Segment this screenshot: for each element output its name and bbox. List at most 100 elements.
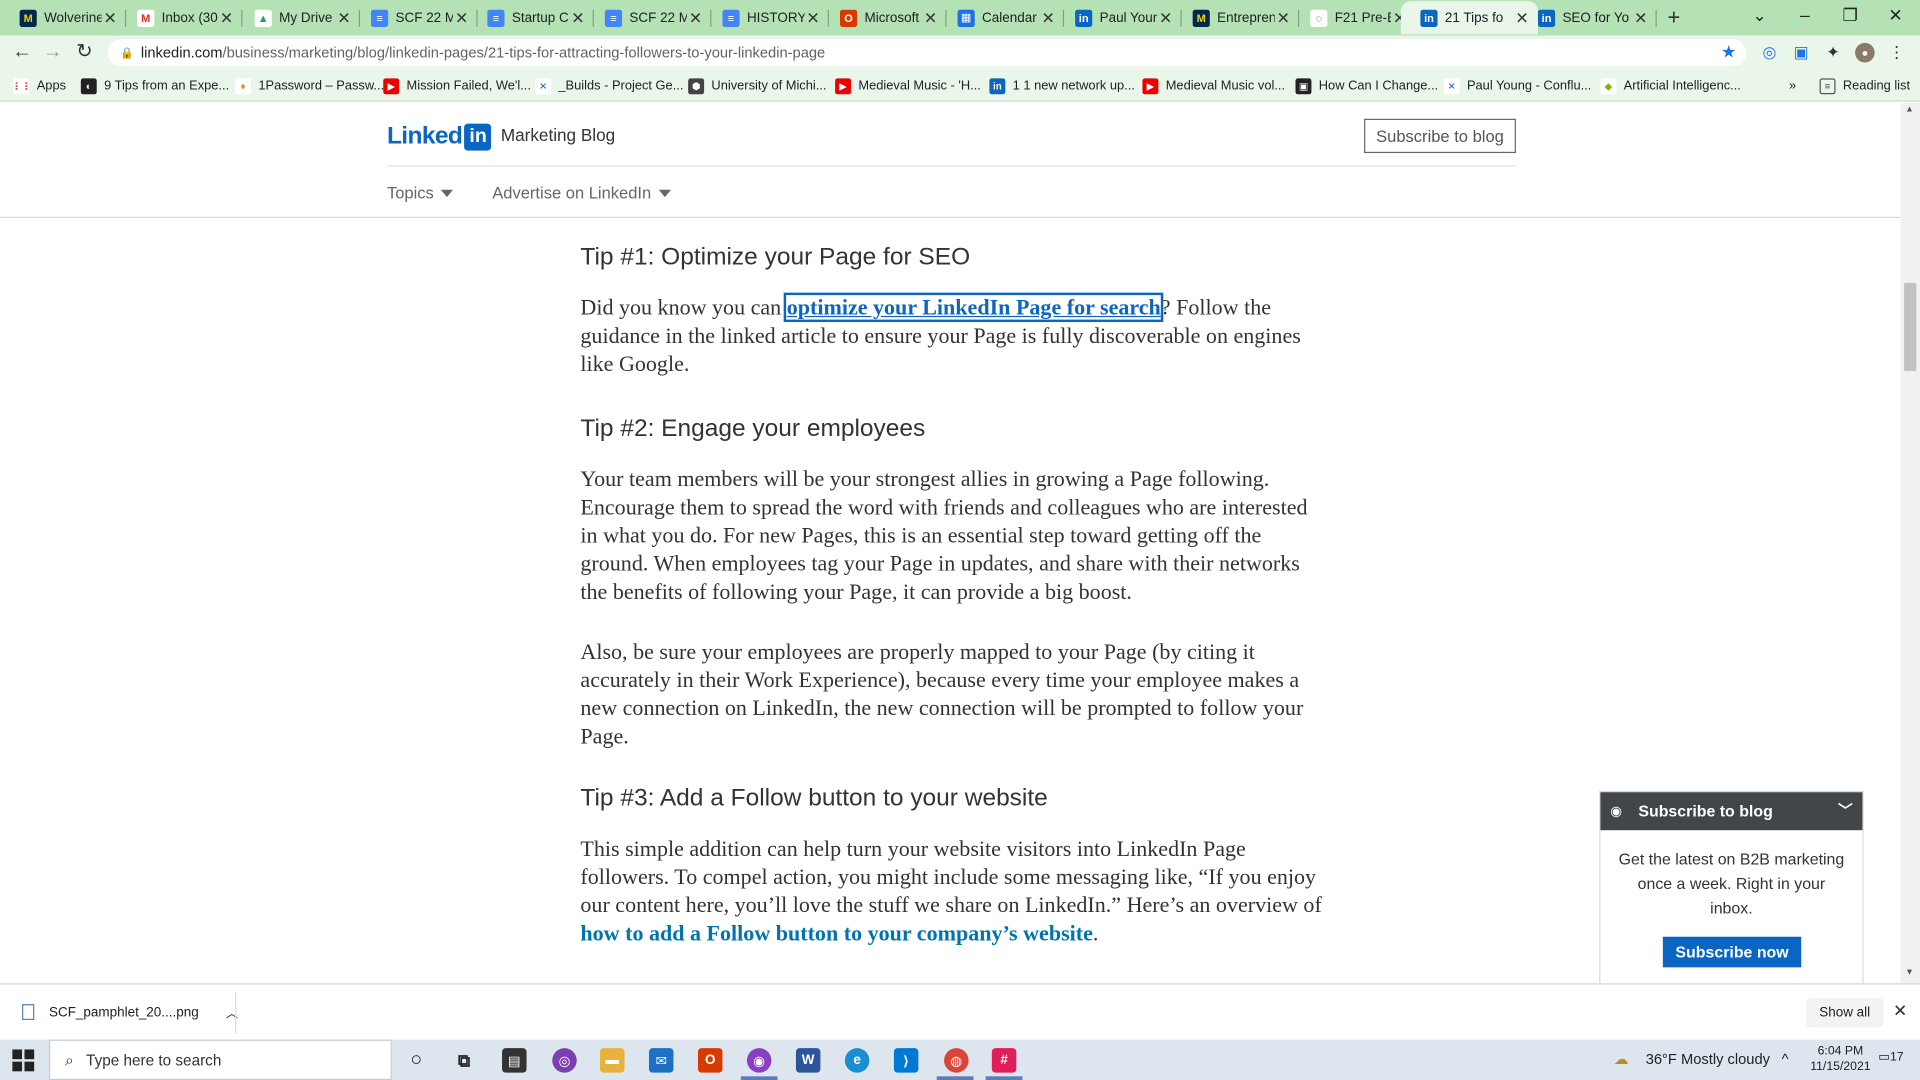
cortana-icon[interactable]: ○: [404, 1048, 428, 1072]
tab-search-icon[interactable]: ⌄: [1747, 5, 1771, 26]
back-button[interactable]: ←: [10, 40, 34, 64]
tab-7[interactable]: ≡ HISTORY ✕: [703, 1, 829, 34]
slack-icon[interactable]: #: [991, 1048, 1017, 1073]
restore-button[interactable]: ❐: [1838, 5, 1862, 26]
subscribe-now-button[interactable]: Subscribe now: [1662, 936, 1802, 968]
running-indicator: [985, 1076, 1023, 1080]
weather-text[interactable]: 36°F Mostly cloudy: [1646, 1051, 1770, 1068]
address-bar[interactable]: 🔒 linkedin.com/business/marketing/blog/l…: [107, 39, 1747, 67]
task-view-icon[interactable]: ⧉: [452, 1048, 476, 1072]
close-window-button[interactable]: ✕: [1883, 5, 1907, 26]
tab-9[interactable]: ▦ Calendar ✕: [938, 1, 1065, 34]
scroll-down-icon[interactable]: ▼: [1905, 969, 1913, 978]
close-tab-icon[interactable]: ✕: [1632, 8, 1649, 28]
bookmark-item[interactable]: ✕ _Builds - Project Ge...: [535, 76, 683, 96]
tab-10[interactable]: in Paul Youn ✕: [1056, 1, 1182, 34]
office-icon[interactable]: O: [697, 1048, 723, 1073]
close-tab-icon[interactable]: ✕: [922, 8, 939, 28]
extension-icon[interactable]: ▣: [1791, 43, 1811, 63]
tab-8[interactable]: O Microsoft ✕: [820, 1, 947, 34]
close-tab-icon[interactable]: ✕: [218, 8, 235, 28]
close-tab-icon[interactable]: ✕: [1040, 8, 1057, 28]
seo-article-link[interactable]: optimize your LinkedIn Page for search: [784, 292, 1164, 323]
tab-11[interactable]: M Entrepren ✕: [1173, 1, 1300, 34]
reading-list-button[interactable]: ≡ Reading list: [1819, 76, 1910, 96]
close-tab-icon[interactable]: ✕: [569, 8, 586, 28]
vscode-icon[interactable]: ⟩: [893, 1048, 919, 1073]
chevron-down-icon[interactable]: ﹀: [1838, 800, 1853, 821]
tab-label: 21 Tips fo: [1444, 10, 1504, 26]
bookmark-item[interactable]: ♦ 1Password – Passw...: [235, 76, 384, 96]
weather-icon[interactable]: ☁: [1614, 1051, 1629, 1068]
app-icon[interactable]: ◉: [746, 1048, 772, 1073]
forward-button[interactable]: →: [40, 40, 64, 64]
file-explorer-icon[interactable]: ▬: [600, 1048, 625, 1073]
reload-button[interactable]: ↻: [72, 40, 96, 64]
bookmarks-overflow-button[interactable]: »: [1789, 76, 1796, 96]
store-icon[interactable]: ▤: [502, 1048, 527, 1073]
extension-icon[interactable]: ◎: [1760, 43, 1780, 63]
bookmark-item[interactable]: ▶ Medieval Music vol...: [1142, 76, 1285, 96]
tab-5[interactable]: ≡ Startup C ✕: [468, 1, 594, 34]
close-downloads-icon[interactable]: ✕: [1893, 1000, 1907, 1021]
subscribe-widget-header[interactable]: ◉ Subscribe to blog ﹀: [1600, 792, 1863, 831]
chrome-icon[interactable]: ◍: [944, 1048, 969, 1073]
bookmark-item[interactable]: ◐ 9 Tips from an Expe...: [80, 76, 229, 96]
close-tab-icon[interactable]: ✕: [336, 8, 353, 28]
close-tab-icon[interactable]: ✕: [102, 8, 119, 28]
nav-topics[interactable]: Topics: [387, 184, 454, 202]
subscribe-to-blog-button[interactable]: Subscribe to blog: [1364, 118, 1516, 154]
tab-label: SCF 22 M: [629, 10, 687, 26]
youtube-icon: ▶: [383, 77, 400, 94]
tray-overflow-icon[interactable]: ^: [1782, 1051, 1789, 1068]
bookmark-item[interactable]: in 1 1 new network up...: [989, 76, 1135, 96]
tab-6[interactable]: ≡ SCF 22 M ✕: [585, 1, 712, 34]
linkedin-logo[interactable]: Linked in: [387, 122, 492, 151]
bookmark-item[interactable]: ▶ Mission Failed, We'l...: [383, 76, 531, 96]
mail-icon[interactable]: ✉: [648, 1048, 674, 1073]
site-header: Linked in Marketing Blog Subscribe to bl…: [0, 102, 1901, 218]
profile-avatar[interactable]: ●: [1855, 42, 1875, 63]
tip3-heading: Tip #3: Add a Follow button to your webs…: [580, 784, 1048, 812]
notification-center-icon[interactable]: ▭17: [1878, 1051, 1903, 1064]
tab-strip: M Wolverine ✕ M Inbox (30 ✕ ▲ My Drive ✕ ≡ SCF 22 …: [0, 0, 1920, 36]
tab-4[interactable]: ≡ SCF 22 M ✕: [351, 1, 478, 34]
scroll-up-icon[interactable]: ▲: [1905, 105, 1913, 114]
bookmark-item[interactable]: ⋮⋮ Apps: [12, 76, 66, 96]
bookmark-item[interactable]: ▶ Medieval Music - 'H...: [835, 76, 981, 96]
bookmark-item[interactable]: ⬢ University of Michi...: [688, 76, 826, 96]
tab-2[interactable]: M Inbox (30 ✕: [118, 1, 243, 34]
extensions-puzzle-icon[interactable]: ✦: [1823, 43, 1843, 63]
tab-12[interactable]: ◌ F21 Pre-B ✕: [1291, 1, 1416, 34]
new-tab-button[interactable]: +: [1662, 5, 1686, 31]
bookmark-item[interactable]: ✕ Paul Young - Conflu...: [1443, 76, 1591, 96]
bookmark-item[interactable]: ▣ How Can I Change...: [1295, 76, 1438, 96]
show-all-button[interactable]: Show all: [1806, 997, 1884, 1028]
umich-icon: M: [19, 9, 37, 27]
taskbar-search-input[interactable]: ⌕ Type here to search: [48, 1039, 392, 1080]
close-tab-icon[interactable]: ✕: [687, 8, 704, 28]
menu-icon[interactable]: ⋮: [1887, 43, 1907, 63]
follow-button-article-link[interactable]: how to add a Follow button to your compa…: [580, 921, 1093, 945]
tab-14[interactable]: in SEO for Yo ✕: [1518, 1, 1657, 34]
bookmark-item[interactable]: ◆ Artificial Intelligenc...: [1600, 76, 1741, 96]
close-tab-icon[interactable]: ✕: [1157, 8, 1174, 28]
linkedin-icon: in: [989, 77, 1006, 94]
tab-3[interactable]: ▲ My Drive ✕: [235, 1, 361, 34]
bookmark-star-icon[interactable]: ★: [1721, 42, 1736, 63]
windows-start-icon[interactable]: [12, 1049, 35, 1072]
nav-advertise[interactable]: Advertise on LinkedIn: [492, 184, 671, 202]
close-tab-icon[interactable]: ✕: [804, 8, 821, 28]
download-item[interactable]: SCF_pamphlet_20....png ︿: [22, 1003, 238, 1021]
close-tab-icon[interactable]: ✕: [1275, 8, 1292, 28]
scrollbar-thumb[interactable]: [1904, 282, 1917, 372]
word-icon[interactable]: W: [795, 1048, 821, 1073]
page-scrollbar[interactable]: ▲ ▼: [1900, 102, 1920, 984]
tab-1[interactable]: M Wolverine ✕: [0, 1, 127, 34]
blog-name[interactable]: Marketing Blog: [501, 125, 615, 145]
confluence-icon: ✕: [535, 77, 552, 94]
app-icon[interactable]: ◎: [552, 1048, 577, 1073]
edge-icon[interactable]: e: [844, 1048, 870, 1073]
minimize-button[interactable]: –: [1793, 5, 1817, 25]
clock[interactable]: 6:04 PM 11/15/2021: [1806, 1043, 1875, 1075]
